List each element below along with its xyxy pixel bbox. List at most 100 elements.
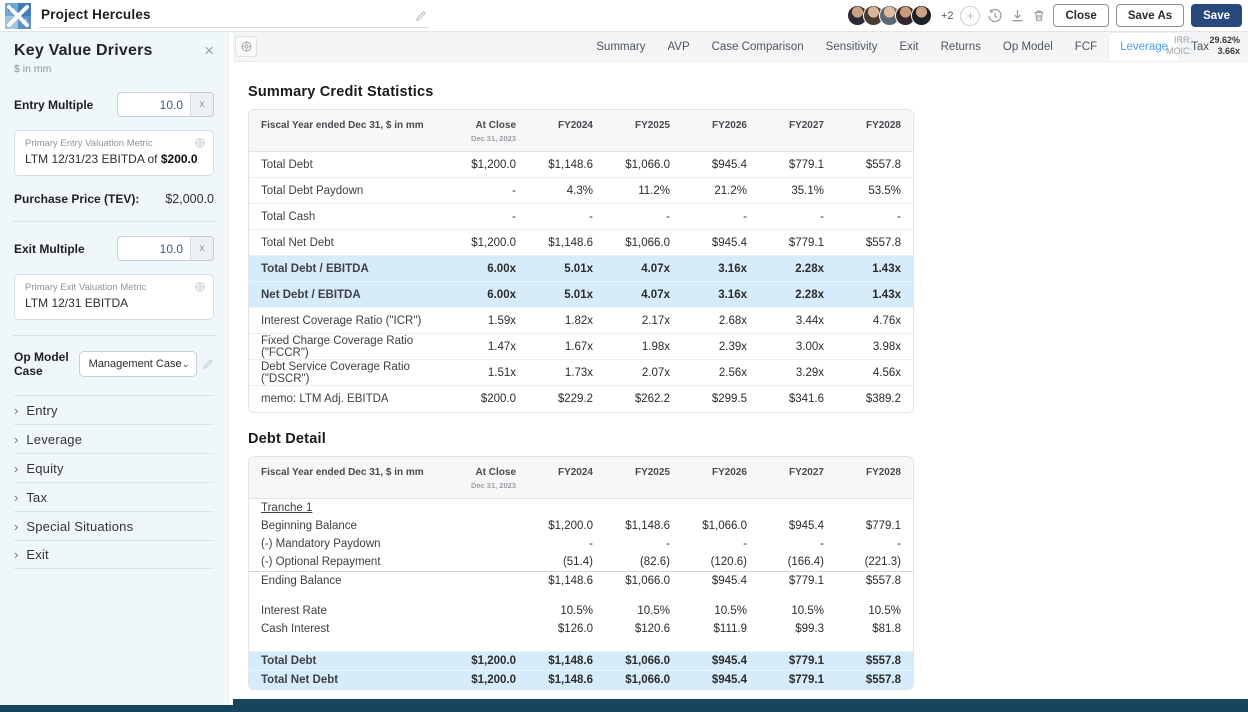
tab-fcf[interactable]: FCF	[1064, 32, 1108, 61]
project-title-input[interactable]: Project Hercules	[39, 4, 429, 28]
history-icon[interactable]	[987, 8, 1003, 24]
cell-value: $1,148.6	[528, 159, 605, 171]
table-caption: Fiscal Year ended Dec 31, $ in mm	[249, 120, 451, 143]
cell-value: -	[605, 211, 682, 223]
main-area: Summary AVP Case Comparison Sensitivity …	[233, 32, 1248, 706]
table-row	[249, 589, 913, 602]
cell-value: (120.6)	[682, 556, 759, 568]
table-row: Total Net Debt$1,200.0$1,148.6$1,066.0$9…	[249, 670, 913, 689]
cell-value: $1,066.0	[605, 575, 682, 587]
tab-exit[interactable]: Exit	[888, 32, 929, 61]
purchase-price-value: $2,000.0	[165, 192, 214, 206]
cell-value: 2.39x	[682, 341, 759, 353]
table-header-row: Fiscal Year ended Dec 31, $ in mmAt Clos…	[249, 110, 913, 152]
chevron-right-icon: ›	[14, 432, 18, 447]
cell-value: 10.5%	[605, 605, 682, 617]
cell-value: $1,148.6	[528, 674, 605, 686]
table-row: Total Debt Paydown-4.3%11.2%21.2%35.1%53…	[249, 178, 913, 204]
exit-multiple-input[interactable]	[118, 237, 190, 260]
entry-multiple-suffix: x	[190, 93, 213, 116]
tab-summary[interactable]: Summary	[585, 32, 656, 61]
tab-returns[interactable]: Returns	[930, 32, 992, 61]
section-exit[interactable]: ›Exit	[14, 540, 214, 569]
save-as-button[interactable]: Save As	[1116, 4, 1184, 27]
avatar	[911, 5, 932, 26]
section-leverage[interactable]: ›Leverage	[14, 424, 214, 453]
save-button[interactable]: Save	[1191, 4, 1242, 27]
cell-value: $557.8	[836, 159, 913, 171]
trash-icon[interactable]	[1032, 8, 1046, 23]
table-row: Tranche 1	[249, 499, 913, 517]
op-model-case-select[interactable]: Management Case ⌄	[79, 351, 197, 377]
cell-value: 53.5%	[836, 185, 913, 197]
exit-multiple-suffix: x	[190, 237, 213, 260]
table-caption: Fiscal Year ended Dec 31, $ in mm	[249, 467, 451, 490]
moic-label: MOIC:	[1166, 46, 1192, 56]
cell-value: $557.8	[836, 655, 913, 667]
cell-value: 1.98x	[605, 341, 682, 353]
section-tax[interactable]: ›Tax	[14, 482, 214, 511]
cell-value: $1,148.6	[528, 237, 605, 249]
add-collaborator-button[interactable]: +	[960, 6, 980, 26]
table-row: memo: LTM Adj. EBITDA$200.0$229.2$262.2$…	[249, 386, 913, 412]
table-row: Cash Interest$126.0$120.6$111.9$99.3$81.…	[249, 620, 913, 638]
cell-value: 4.3%	[528, 185, 605, 197]
cell-value: $1,148.6	[528, 575, 605, 587]
download-icon[interactable]	[1010, 8, 1025, 23]
summary-credit-statistics-table: Fiscal Year ended Dec 31, $ in mmAt Clos…	[248, 109, 914, 413]
cell-value: $1,066.0	[605, 655, 682, 667]
tab-case-comparison[interactable]: Case Comparison	[701, 32, 815, 61]
irr-value: 29.62%	[1196, 35, 1240, 45]
column-header-at-close: At CloseDec 31, 2023	[451, 120, 528, 143]
tab-sensitivity[interactable]: Sensitivity	[815, 32, 889, 61]
cell-value: 6.00x	[451, 263, 528, 275]
cell-value: 1.51x	[451, 367, 528, 379]
close-button[interactable]: Close	[1053, 4, 1108, 27]
gear-icon[interactable]	[194, 281, 206, 293]
cell-value: 4.76x	[836, 315, 913, 327]
irr-label: IRR:	[1166, 35, 1192, 45]
cell-value: 2.28x	[759, 263, 836, 275]
cell-value: $81.8	[836, 623, 913, 635]
exit-multiple-label: Exit Multiple	[14, 242, 85, 256]
section-equity[interactable]: ›Equity	[14, 453, 214, 482]
view-settings-button[interactable]	[235, 36, 257, 57]
cell-value: 4.56x	[836, 367, 913, 379]
entry-multiple-input[interactable]	[118, 93, 190, 116]
cell-value: $945.4	[682, 575, 759, 587]
cell-value: 21.2%	[682, 185, 759, 197]
cell-value: $120.6	[605, 623, 682, 635]
row-label: Beginning Balance	[249, 520, 451, 532]
tab-avp[interactable]: AVP	[656, 32, 700, 61]
gear-icon[interactable]	[194, 137, 206, 149]
table-row: (-) Mandatory Paydown-----	[249, 535, 913, 553]
column-header: FY2024	[528, 467, 605, 490]
row-label: Total Net Debt	[249, 674, 451, 686]
section-special-situations[interactable]: ›Special Situations	[14, 511, 214, 540]
cell-value: -	[682, 538, 759, 550]
row-label: Cash Interest	[249, 623, 451, 635]
tab-op-model[interactable]: Op Model	[992, 32, 1064, 61]
cell-value: $126.0	[528, 623, 605, 635]
cell-value: $779.1	[759, 159, 836, 171]
table-row: Total Debt$1,200.0$1,148.6$1,066.0$945.4…	[249, 651, 913, 670]
row-label: Ending Balance	[249, 575, 451, 587]
cell-value: -	[528, 538, 605, 550]
cell-value: $557.8	[836, 237, 913, 249]
row-label: Total Cash	[249, 211, 451, 223]
entry-valuation-metric-card[interactable]: Primary Entry Valuation Metric LTM 12/31…	[14, 130, 214, 176]
cell-value: 2.07x	[605, 367, 682, 379]
cell-value: 1.43x	[836, 263, 913, 275]
cell-value: $945.4	[759, 520, 836, 532]
column-header: FY2025	[605, 120, 682, 143]
cell-value: 35.1%	[759, 185, 836, 197]
tab-bar: Summary AVP Case Comparison Sensitivity …	[233, 32, 1248, 62]
edit-title-pencil-icon[interactable]	[415, 10, 427, 22]
section-entry[interactable]: ›Entry	[14, 395, 214, 424]
exit-valuation-metric-card[interactable]: Primary Exit Valuation Metric LTM 12/31 …	[14, 274, 214, 320]
row-label: memo: LTM Adj. EBITDA	[249, 393, 451, 405]
cell-value: 6.00x	[451, 289, 528, 301]
cell-value: $1,200.0	[451, 159, 528, 171]
close-panel-icon[interactable]: ×	[204, 42, 214, 59]
edit-case-pencil-icon[interactable]	[202, 358, 214, 370]
